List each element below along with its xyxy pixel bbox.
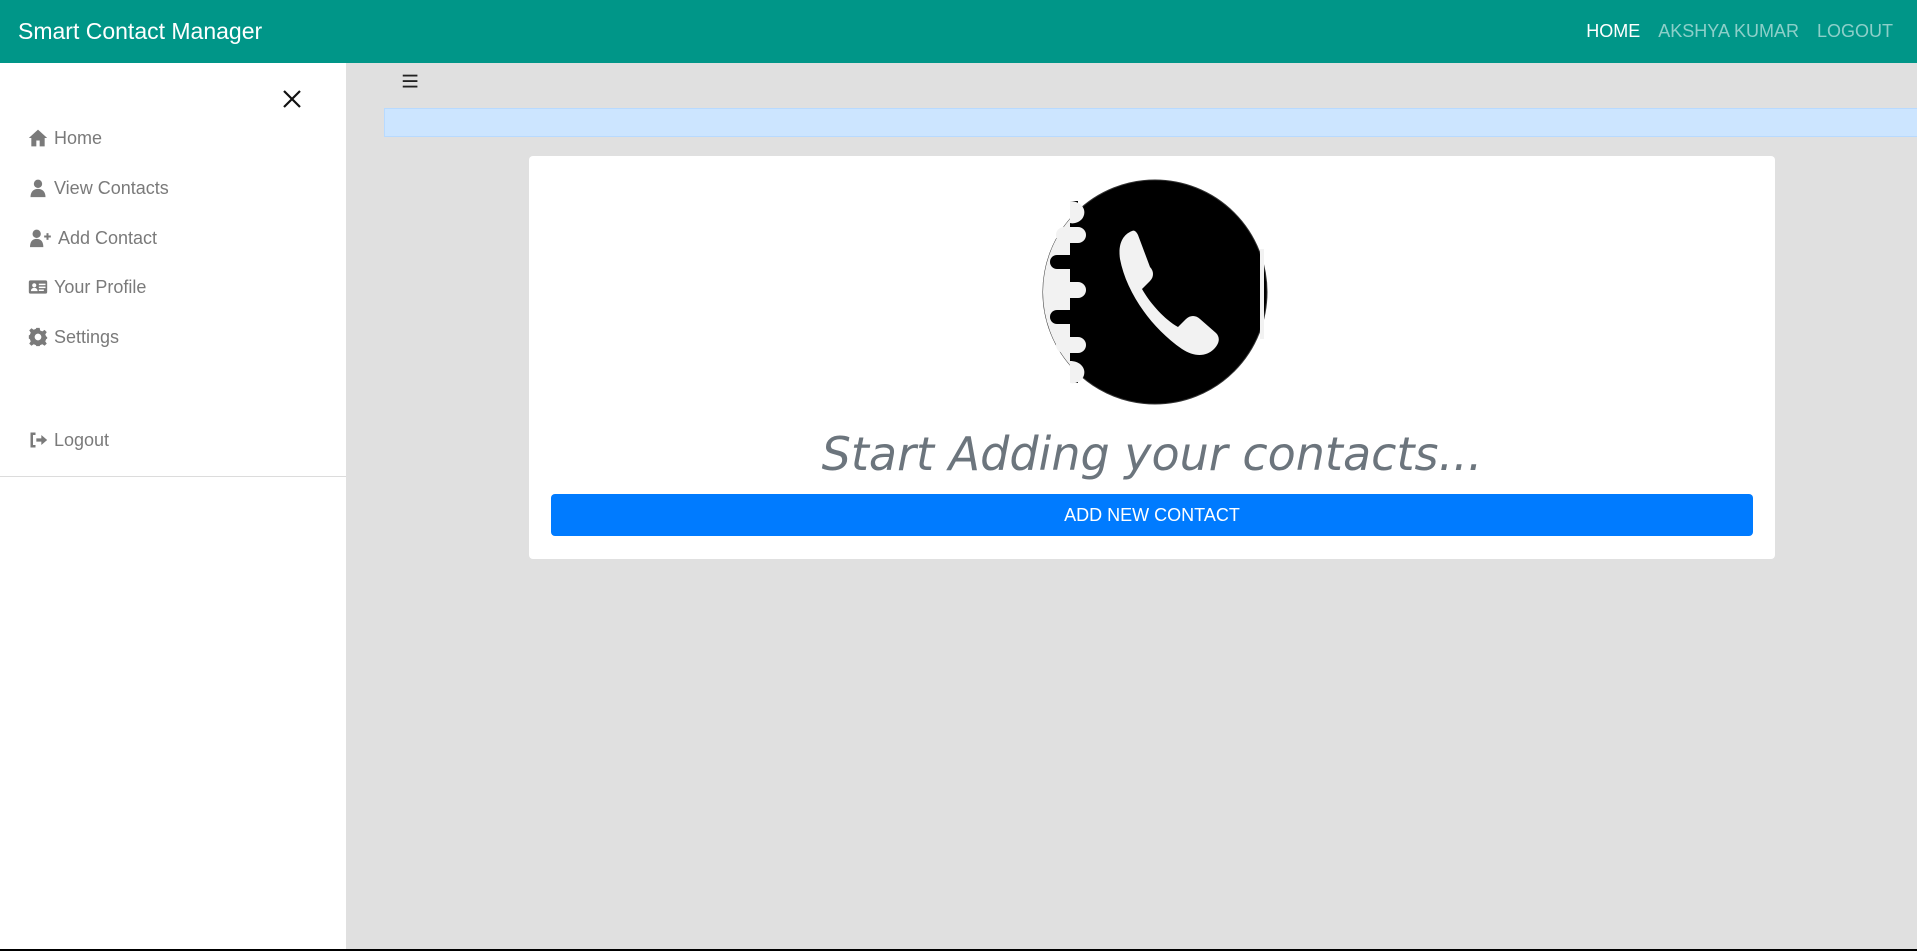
user-plus-icon <box>30 229 51 248</box>
empty-state-heading: Start Adding your contacts... <box>821 427 1483 481</box>
empty-contacts-card: Start Adding your contacts... ADD NEW CO… <box>529 156 1775 559</box>
sidebar: Home View Contacts Add Contact Your Prof… <box>0 63 346 949</box>
sidebar-item-view-contacts[interactable]: View Contacts <box>28 173 169 203</box>
sidebar-item-label: View Contacts <box>54 177 169 198</box>
nav-logout-link[interactable]: LOGOUT <box>1817 21 1893 42</box>
nav-user-link[interactable]: AKSHYA KUMAR <box>1658 21 1799 42</box>
user-icon <box>30 179 46 198</box>
add-new-contact-button[interactable]: ADD NEW CONTACT <box>551 494 1753 536</box>
app-brand[interactable]: Smart Contact Manager <box>18 18 262 45</box>
sidebar-item-add-contact[interactable]: Add Contact <box>28 223 157 253</box>
gear-icon <box>28 327 48 347</box>
main-content: Start Adding your contacts... ADD NEW CO… <box>346 63 1917 949</box>
sidebar-item-your-profile[interactable]: Your Profile <box>28 272 146 302</box>
id-card-icon <box>28 280 48 294</box>
close-icon[interactable] <box>280 87 304 111</box>
sidebar-item-label: Home <box>54 127 103 148</box>
sidebar-item-label: Your Profile <box>54 276 147 297</box>
hamburger-icon[interactable] <box>400 71 424 95</box>
home-icon <box>28 129 48 147</box>
sidebar-item-label: Add Contact <box>58 227 158 248</box>
nav-links: HOME AKSHYA KUMAR LOGOUT <box>1586 21 1899 42</box>
nav-home-link[interactable]: HOME <box>1586 21 1640 42</box>
sidebar-menu: Home View Contacts Add Contact Your Prof… <box>0 63 346 477</box>
sign-out-icon <box>30 432 48 448</box>
alert-bar <box>384 108 1917 137</box>
sidebar-item-home[interactable]: Home <box>28 123 102 153</box>
contact-book-logo <box>1042 179 1268 405</box>
sidebar-item-label: Logout <box>54 429 110 450</box>
sidebar-item-settings[interactable]: Settings <box>28 322 119 352</box>
sidebar-item-label: Settings <box>54 326 120 347</box>
sidebar-item-logout[interactable]: Logout <box>28 425 109 455</box>
top-navbar: Smart Contact Manager HOME AKSHYA KUMAR … <box>0 0 1917 63</box>
